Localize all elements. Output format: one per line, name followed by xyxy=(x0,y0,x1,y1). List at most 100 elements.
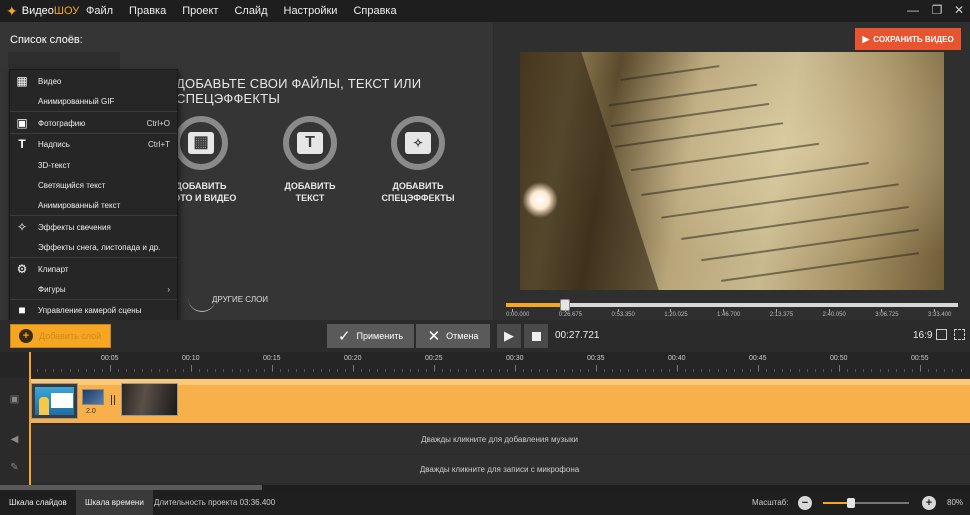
ruler-minor-tick xyxy=(45,369,47,372)
ruler-time-label: 00:05 xyxy=(101,355,119,362)
music-track[interactable]: Дважды кликните для добавления музыки xyxy=(29,425,970,453)
ruler-minor-tick xyxy=(199,369,201,372)
ruler-tick xyxy=(920,365,921,371)
ruler-minor-tick xyxy=(450,369,452,372)
ruler-minor-tick xyxy=(174,369,176,372)
zoom-value: 80% xyxy=(947,498,964,507)
menu-item-glow-effects[interactable]: ✧ Эффекты свечения xyxy=(10,217,177,237)
other-layers-label: ДРУГИЕ СЛОИ xyxy=(212,295,269,304)
ruler-minor-tick xyxy=(207,369,209,372)
ruler-minor-tick xyxy=(304,369,306,372)
transition-thumbnail[interactable] xyxy=(82,389,104,405)
menu-help[interactable]: Справка xyxy=(345,5,404,17)
plus-icon: + xyxy=(19,329,33,343)
menu-item-caption[interactable]: T Надпись Ctrl+T xyxy=(10,134,177,154)
tab-timeline-scale[interactable]: Шкала времени xyxy=(76,490,153,515)
menu-item-gif[interactable]: Анимированный GIF xyxy=(10,91,177,111)
play-button[interactable]: ▶ xyxy=(497,324,521,348)
ruler-minor-tick xyxy=(53,369,55,372)
magic-wand-icon: ✧ xyxy=(391,116,445,170)
menu-divider xyxy=(10,111,177,112)
menu-item-video[interactable]: ▦ Видео xyxy=(10,71,177,91)
ruler-minor-tick xyxy=(895,369,897,372)
playhead[interactable] xyxy=(29,352,31,490)
ruler-minor-tick xyxy=(93,369,95,372)
ruler-minor-tick xyxy=(466,369,468,372)
menu-project[interactable]: Проект xyxy=(174,5,226,17)
minimize-icon[interactable]: — xyxy=(906,3,920,17)
zoom-slider[interactable] xyxy=(823,498,909,508)
ruler-tick xyxy=(191,365,192,371)
ruler-minor-tick xyxy=(61,369,63,372)
ruler-minor-tick xyxy=(660,369,662,372)
add-effects-label: ДОБАВИТЬ СПЕЦЭФФЕКТЫ xyxy=(381,181,455,203)
drag-handle-icon[interactable] xyxy=(111,395,115,405)
ruler-minor-tick xyxy=(628,369,630,372)
ruler-minor-tick xyxy=(814,369,816,372)
seek-time-label: 0:53.350 xyxy=(611,312,635,318)
maximize-icon[interactable]: ❐ xyxy=(930,3,944,17)
seek-time-label: 1:20.025 xyxy=(664,312,688,318)
seek-bar[interactable] xyxy=(506,299,958,311)
ruler-time-label: 00:45 xyxy=(749,355,767,362)
ruler-minor-tick xyxy=(101,369,103,372)
ruler-minor-tick xyxy=(166,369,168,372)
menu-item-photo[interactable]: ▣ Фотографию Ctrl+O xyxy=(10,113,177,133)
ruler-minor-tick xyxy=(288,369,290,372)
zoom-handle[interactable] xyxy=(847,498,856,508)
ruler-minor-tick xyxy=(952,369,954,372)
checkmark-icon: ✓ xyxy=(337,328,351,345)
menu-edit[interactable]: Правка xyxy=(121,5,174,17)
cancel-button[interactable]: ✕ Отмена xyxy=(416,324,490,348)
menu-item-snow-effects[interactable]: Эффекты снега, листопада и др. xyxy=(10,237,177,257)
ruler-minor-tick xyxy=(401,369,403,372)
menu-item-glowing-text[interactable]: Светящийся текст xyxy=(10,175,177,195)
ruler-minor-tick xyxy=(263,369,265,372)
seek-progress xyxy=(506,303,565,307)
seek-time-label: 1:46.700 xyxy=(717,312,741,318)
ruler-time-label: 00:10 xyxy=(182,355,200,362)
menu-item-3d-text[interactable]: 3D-текст xyxy=(10,155,177,175)
ruler-minor-tick xyxy=(668,369,670,372)
ruler-time-label: 00:50 xyxy=(830,355,848,362)
add-effects-button[interactable]: ✧ ДОБАВИТЬ СПЕЦЭФФЕКТЫ xyxy=(358,116,478,204)
ruler-minor-tick xyxy=(798,369,800,372)
ruler-minor-tick xyxy=(620,369,622,372)
aspect-ratio[interactable]: 16:9 xyxy=(913,330,932,341)
menu-file[interactable]: Файл xyxy=(78,5,121,17)
menu-settings[interactable]: Настройки xyxy=(276,5,346,17)
menu-item-shapes[interactable]: Фигуры › xyxy=(10,279,177,299)
stop-button[interactable] xyxy=(524,324,548,348)
slides-track[interactable]: 2.0 xyxy=(29,379,970,423)
tab-slides-scale[interactable]: Шкала слайдов xyxy=(0,490,76,515)
zoom-in-button[interactable]: + xyxy=(922,496,936,510)
timeline-ruler[interactable]: 00:05 00:10 00:15 00:20 00:25 00:30 00:35 00:40… xyxy=(0,352,970,378)
ruler-minor-tick xyxy=(344,369,346,372)
add-layer-button[interactable]: + Добавить слой xyxy=(10,324,111,348)
slide-thumbnail[interactable] xyxy=(121,383,178,416)
voice-track[interactable]: Дважды кликните для записи с микрофона xyxy=(29,455,970,483)
save-video-button[interactable]: ▶ СОХРАНИТЬ ВИДЕО xyxy=(855,28,961,50)
video-preview[interactable] xyxy=(520,52,944,290)
fullscreen-icon[interactable] xyxy=(954,329,965,340)
seek-time-label: 2:13.375 xyxy=(769,312,794,318)
add-text-button[interactable]: T ДОБАВИТЬ ТЕКСТ xyxy=(250,116,370,204)
ruler-minor-tick xyxy=(458,369,460,372)
ruler-minor-tick xyxy=(790,369,792,372)
ruler-minor-tick xyxy=(571,369,573,372)
menu-item-camera-control[interactable]: ■ Управление камерой сцены xyxy=(10,300,177,320)
close-icon[interactable]: ✕ xyxy=(952,3,966,17)
ruler-minor-tick xyxy=(482,369,484,372)
ruler-minor-tick xyxy=(142,369,144,372)
apply-button[interactable]: ✓ Применить xyxy=(327,324,414,348)
menu-slide[interactable]: Слайд xyxy=(226,5,275,17)
menu-item-animated-text[interactable]: Анимированный текст xyxy=(10,195,177,215)
menu-item-clipart[interactable]: ⚙ Клипарт xyxy=(10,259,177,279)
fit-screen-icon[interactable] xyxy=(936,329,947,340)
seek-time-label: 0:00.000 xyxy=(506,312,530,318)
gear-icon: ⚙ xyxy=(16,262,28,276)
slide-thumbnail[interactable] xyxy=(31,383,78,419)
ruler-minor-tick xyxy=(280,369,282,372)
zoom-out-button[interactable]: − xyxy=(798,496,812,510)
ruler-minor-tick xyxy=(69,369,71,372)
